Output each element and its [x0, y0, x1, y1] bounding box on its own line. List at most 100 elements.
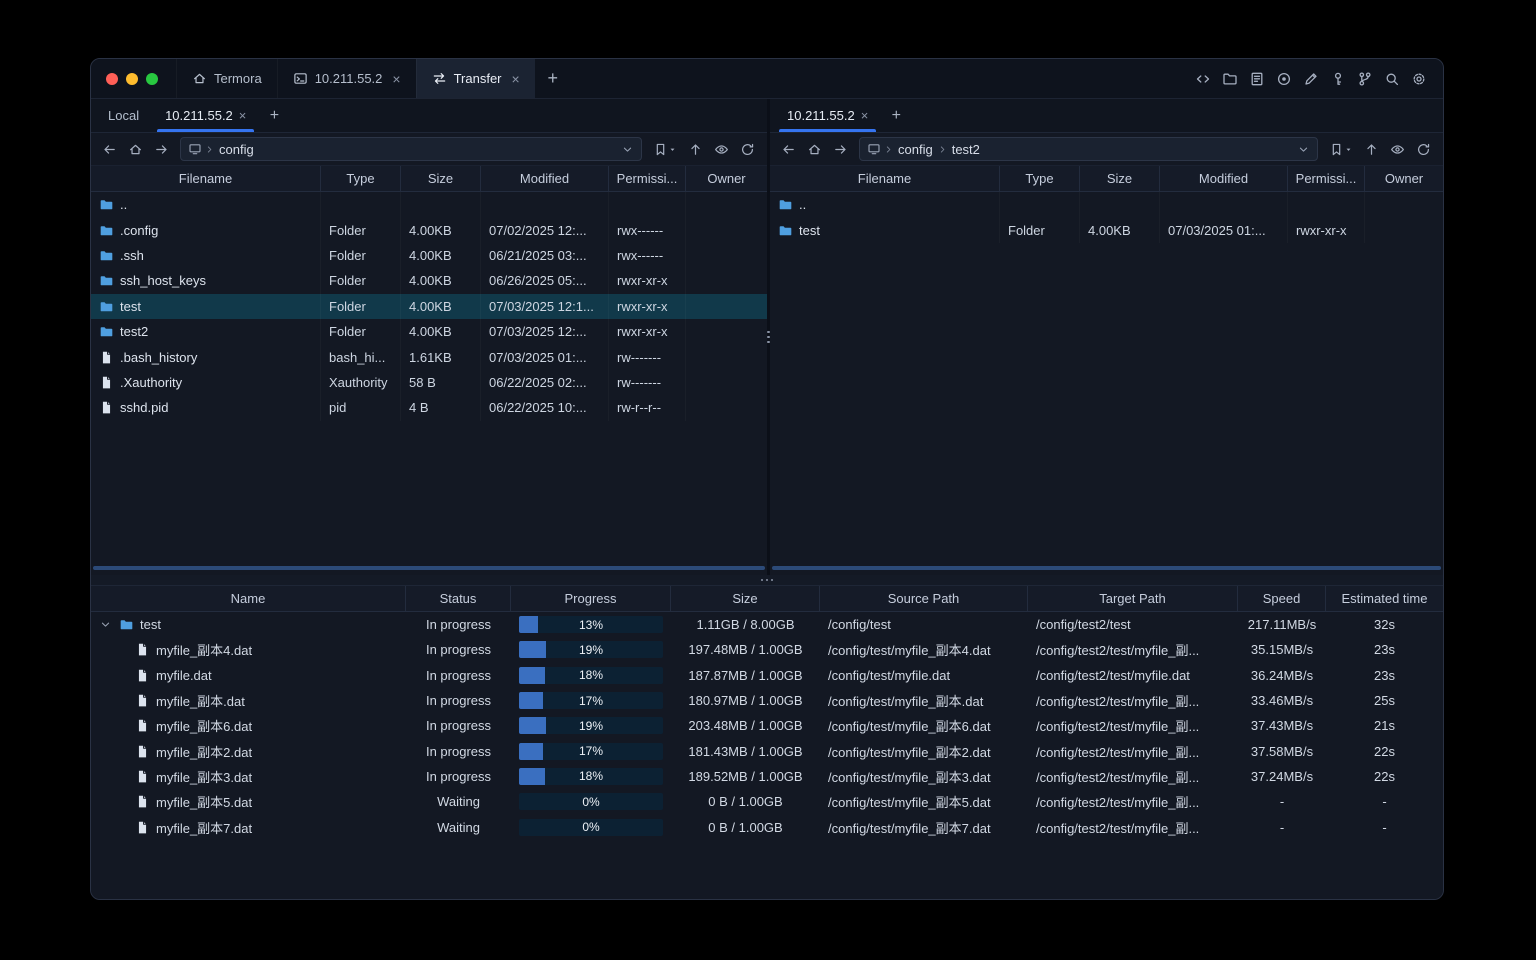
path-bar[interactable]: config test2: [859, 137, 1318, 161]
close-icon[interactable]: ×: [392, 71, 400, 87]
file-row[interactable]: .bash_history bash_hi... 1.61KB 07/03/2025 …: [91, 344, 767, 369]
app-tab-termora[interactable]: Termora: [176, 59, 277, 98]
file-item-icon: [135, 744, 150, 759]
app-tab-10-211-55-2[interactable]: 10.211.55.2 ×: [276, 59, 416, 98]
file-panels: Local 10.211.55.2 × + config Filename Type Size…: [91, 99, 1443, 575]
column-header[interactable]: Target Path: [1028, 586, 1238, 611]
chevron-down-icon[interactable]: [99, 618, 113, 631]
file-row[interactable]: test2 Folder 4.00KB 07/03/2025 12:... rwxr-x…: [91, 319, 767, 344]
column-header[interactable]: Permissi...: [1288, 166, 1365, 191]
log-button[interactable]: [1245, 67, 1269, 91]
refresh-button[interactable]: [735, 137, 759, 161]
file-row[interactable]: test Folder 4.00KB 07/03/2025 12:1... rwxr-x…: [91, 293, 767, 319]
file-item-icon: [99, 350, 114, 365]
new-file-tab-button[interactable]: +: [881, 99, 911, 132]
code-button[interactable]: [1191, 67, 1215, 91]
file-row[interactable]: .Xauthority Xauthority 58 B 06/22/2025 02:.…: [91, 370, 767, 395]
home-button[interactable]: [123, 137, 147, 161]
breadcrumb-item[interactable]: config: [217, 142, 256, 157]
back-button[interactable]: [776, 137, 800, 161]
forward-button[interactable]: [149, 137, 173, 161]
horizontal-scrollbar[interactable]: [93, 566, 765, 570]
edit-button[interactable]: [1299, 67, 1323, 91]
bookmark-button[interactable]: [1325, 137, 1357, 161]
transfer-splitter[interactable]: [91, 575, 1443, 585]
branch-button[interactable]: [1353, 67, 1377, 91]
transfer-status: In progress: [425, 667, 492, 683]
column-header[interactable]: Filename: [91, 166, 321, 191]
path-dropdown-icon[interactable]: [621, 143, 634, 156]
transfer-row[interactable]: myfile_副本4.dat In progress 19% 197.48MB / 1…: [91, 637, 1443, 662]
transfer-row[interactable]: myfile_副本2.dat In progress 17% 181.43MB / 1…: [91, 738, 1443, 763]
app-tab-transfer[interactable]: Transfer ×: [415, 59, 535, 98]
show-hidden-button[interactable]: [709, 137, 733, 161]
minimize-window-button[interactable]: [126, 72, 138, 85]
file-row[interactable]: .config Folder 4.00KB 07/02/2025 12:... rwx-…: [91, 217, 767, 242]
close-icon[interactable]: ×: [239, 108, 247, 123]
column-header[interactable]: Speed: [1238, 586, 1326, 611]
zoom-window-button[interactable]: [146, 72, 158, 85]
path-bar[interactable]: config: [180, 137, 642, 161]
key-button[interactable]: [1326, 67, 1350, 91]
transfer-row[interactable]: test In progress 13% 1.11GB / 8.00GB/config…: [91, 612, 1443, 637]
refresh-button[interactable]: [1411, 137, 1435, 161]
back-button[interactable]: [97, 137, 121, 161]
column-header[interactable]: Type: [321, 166, 401, 191]
horizontal-scrollbar[interactable]: [772, 566, 1441, 570]
search-button[interactable]: [1380, 67, 1404, 91]
column-header[interactable]: Modified: [481, 166, 609, 191]
show-hidden-button[interactable]: [1385, 137, 1409, 161]
progress-label: 19%: [578, 642, 604, 657]
column-header[interactable]: Size: [671, 586, 820, 611]
file-row[interactable]: ..: [91, 192, 767, 217]
forward-button[interactable]: [828, 137, 852, 161]
record-button[interactable]: [1272, 67, 1296, 91]
file-row[interactable]: test Folder 4.00KB 07/03/2025 01:... rwxr-xr…: [770, 217, 1443, 242]
file-row[interactable]: .ssh Folder 4.00KB 06/21/2025 03:... rwx----…: [91, 243, 767, 268]
transfer-row[interactable]: myfile_副本7.dat Waiting 0% 0 B / 1.00GB/conf…: [91, 814, 1443, 839]
transfer-row[interactable]: myfile_副本.dat In progress 17% 180.97MB / 1.…: [91, 688, 1443, 713]
file-tab-10-211-55-2[interactable]: 10.211.55.2 ×: [152, 99, 259, 132]
path-dropdown-icon[interactable]: [1297, 143, 1310, 156]
file-size: 4 B: [409, 400, 429, 416]
home-button[interactable]: [802, 137, 826, 161]
file-tab-10-211-55-2[interactable]: 10.211.55.2 ×: [774, 99, 881, 132]
upload-button[interactable]: [1359, 137, 1383, 161]
file-type: pid: [329, 400, 347, 416]
breadcrumb-item[interactable]: config: [896, 142, 935, 157]
progress-label: 18%: [578, 668, 604, 683]
file-tab-local[interactable]: Local: [95, 99, 152, 132]
file-row[interactable]: ..: [770, 192, 1443, 217]
column-header[interactable]: Size: [401, 166, 481, 191]
transfer-row[interactable]: myfile_副本3.dat In progress 18% 189.52MB / 1…: [91, 764, 1443, 789]
file-name: .ssh: [120, 247, 144, 263]
file-tab-label: 10.211.55.2: [787, 108, 855, 123]
column-header[interactable]: Name: [91, 586, 406, 611]
settings-button[interactable]: [1407, 67, 1431, 91]
transfer-row[interactable]: myfile_副本5.dat Waiting 0% 0 B / 1.00GB/conf…: [91, 789, 1443, 814]
column-header[interactable]: Status: [406, 586, 511, 611]
column-header[interactable]: Permissi...: [609, 166, 686, 191]
column-header[interactable]: Source Path: [820, 586, 1028, 611]
column-header[interactable]: Estimated time: [1326, 586, 1443, 611]
new-tab-button[interactable]: +: [535, 59, 571, 98]
column-header[interactable]: Type: [1000, 166, 1080, 191]
column-header[interactable]: Owner: [1365, 166, 1443, 191]
breadcrumb-item[interactable]: test2: [950, 142, 982, 157]
bookmark-button[interactable]: [649, 137, 681, 161]
transfer-row[interactable]: myfile.dat In progress 18% 187.87MB / 1.00G…: [91, 663, 1443, 688]
file-row[interactable]: ssh_host_keys Folder 4.00KB 06/26/2025 05:.…: [91, 268, 767, 293]
folder-button[interactable]: [1218, 67, 1242, 91]
new-file-tab-button[interactable]: +: [259, 99, 289, 132]
close-icon[interactable]: ×: [512, 71, 520, 87]
column-header[interactable]: Owner: [686, 166, 767, 191]
close-window-button[interactable]: [106, 72, 118, 85]
file-row[interactable]: sshd.pid pid 4 B 06/22/2025 10:... rw-r--r--: [91, 395, 767, 420]
column-header[interactable]: Modified: [1160, 166, 1288, 191]
column-header[interactable]: Size: [1080, 166, 1160, 191]
column-header[interactable]: Filename: [770, 166, 1000, 191]
upload-button[interactable]: [683, 137, 707, 161]
transfer-row[interactable]: myfile_副本6.dat In progress 19% 203.48MB / 1…: [91, 713, 1443, 738]
close-icon[interactable]: ×: [861, 108, 869, 123]
column-header[interactable]: Progress: [511, 586, 671, 611]
